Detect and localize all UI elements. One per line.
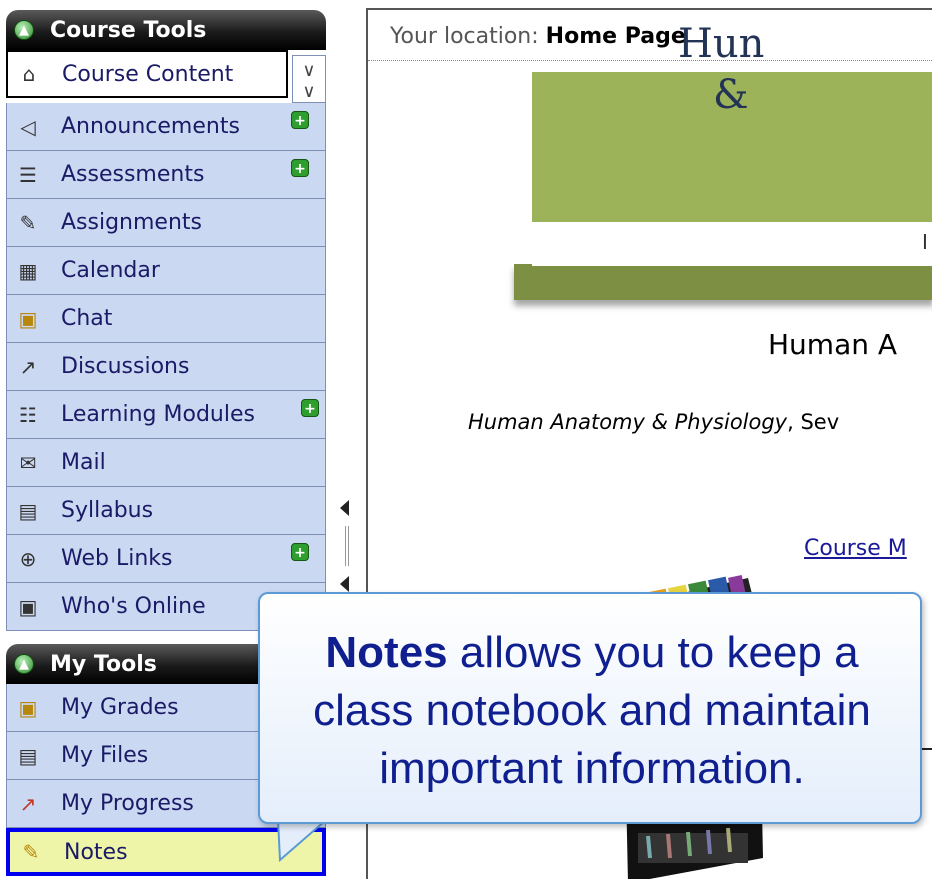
sidebar-item-syllabus[interactable]: ▤ Syllabus (6, 487, 326, 535)
megaphone-icon: ◁ (20, 114, 36, 139)
sidebar-item-label: My Files (61, 743, 149, 768)
course-materials-link[interactable]: Course M (804, 536, 907, 561)
sidebar-item-learning-modules[interactable]: ☷ Learning Modules + (6, 391, 326, 439)
sidebar-item-label: Chat (61, 306, 113, 331)
files-icon: ▤ (18, 743, 38, 768)
location-page: Home Page (545, 24, 686, 49)
course-tools-title: Course Tools (50, 17, 207, 43)
course-tools-header[interactable]: ▲ Course Tools (6, 10, 326, 50)
sidebar-item-label: Assessments (61, 162, 205, 187)
sidebar-item-label: Calendar (61, 258, 160, 283)
sidebar-item-web-links[interactable]: ⊕ Web Links + (6, 535, 326, 583)
sidebar-item-label: Who's Online (61, 594, 206, 619)
callout-line-1: Notes allows you to keep a (260, 624, 924, 682)
house-icon: ⌂ (22, 62, 36, 86)
assessment-icon: ☰ (19, 162, 37, 187)
sidebar-item-label: Learning Modules (61, 402, 255, 427)
banner-title-line2: & (713, 72, 749, 118)
syllabus-icon: ▤ (18, 498, 38, 523)
expand-menu-button[interactable]: ∨ ∨ (292, 55, 326, 103)
divider (368, 60, 932, 61)
envelope-icon: ✉ (19, 450, 37, 475)
assignment-icon: ✎ (19, 210, 37, 235)
sidebar-item-label: Assignments (61, 210, 202, 235)
textbook-edition: , Sev (787, 410, 840, 434)
my-tools-title: My Tools (50, 651, 157, 677)
tooltip-callout: Notes allows you to keep a class noteboo… (258, 592, 922, 824)
callout-pointer (276, 820, 328, 862)
sidebar-item-label: Discussions (61, 354, 190, 379)
callout-line-2: class notebook and maintain (313, 686, 871, 735)
sidebar-item-label: My Progress (61, 791, 194, 816)
person-card-icon: ▣ (18, 594, 38, 619)
chat-bubble-icon: ▣ (18, 306, 38, 331)
sidebar-item-mail[interactable]: ✉ Mail (6, 439, 326, 487)
banner-strip (532, 222, 932, 266)
sidebar-item-label: Syllabus (61, 498, 154, 523)
new-content-icon: + (301, 399, 319, 417)
collapse-icon[interactable]: ▲ (14, 20, 34, 40)
callout-bold: Notes (325, 628, 448, 677)
document-stack-icon: ☷ (19, 402, 37, 427)
sidebar-item-course-content[interactable]: ⌂ Course Content (6, 50, 288, 98)
sidebar-item-calendar[interactable]: ▦ Calendar (6, 247, 326, 295)
breadcrumb: Your location: Home Page (390, 24, 686, 49)
sidebar-item-assessments[interactable]: ☰ Assessments + (6, 151, 326, 199)
sidebar-item-chat[interactable]: ▣ Chat (6, 295, 326, 343)
grades-icon: ▣ (18, 695, 38, 720)
callout-line-3: important information. (379, 744, 805, 793)
sidebar-item-label: My Grades (61, 695, 179, 720)
course-heading: Human A (768, 328, 898, 361)
sidebar-item-label: Notes (64, 839, 128, 865)
sidebar-item-label: Course Content (62, 61, 234, 87)
sidebar-item-discussions[interactable]: ↗ Discussions (6, 343, 326, 391)
sidebar-item-label: Mail (61, 450, 106, 475)
double-chevron-down-icon: ∨ ∨ (302, 60, 316, 102)
location-prefix: Your location: (390, 24, 539, 49)
sidebar-item-assignments[interactable]: ✎ Assignments (6, 199, 326, 247)
globe-link-icon: ⊕ (19, 546, 37, 571)
callout-text: Notes allows you to keep a class noteboo… (260, 624, 924, 798)
new-content-icon: + (291, 543, 309, 561)
banner-strip-text: I (922, 230, 928, 254)
sidebar-item-announcements[interactable]: ◁ Announcements + (6, 103, 326, 151)
sidebar-item-label: Web Links (61, 546, 173, 571)
calendar-icon: ▦ (18, 258, 38, 283)
progress-chart-icon: ↗ (19, 791, 37, 816)
banner-shadow (514, 264, 932, 300)
pushpin-icon: ↗ (19, 354, 37, 379)
collapse-left-icon[interactable] (340, 576, 349, 592)
collapse-left-icon[interactable] (340, 500, 349, 516)
notes-icon: ✎ (22, 840, 40, 864)
new-content-icon: + (291, 111, 309, 129)
grip-icon[interactable] (345, 526, 349, 566)
textbook-title: Human Anatomy & Physiology (468, 410, 788, 434)
course-subtitle: Human Anatomy & Physiology, Sev (468, 410, 839, 434)
banner-title: Hun (678, 21, 765, 67)
sidebar-item-label: Announcements (61, 114, 240, 139)
callout-line1-rest: allows you to keep a (447, 628, 859, 677)
collapse-icon[interactable]: ▲ (14, 654, 34, 674)
sidebar-resize-handle[interactable] (337, 500, 357, 600)
new-content-icon: + (291, 159, 309, 177)
